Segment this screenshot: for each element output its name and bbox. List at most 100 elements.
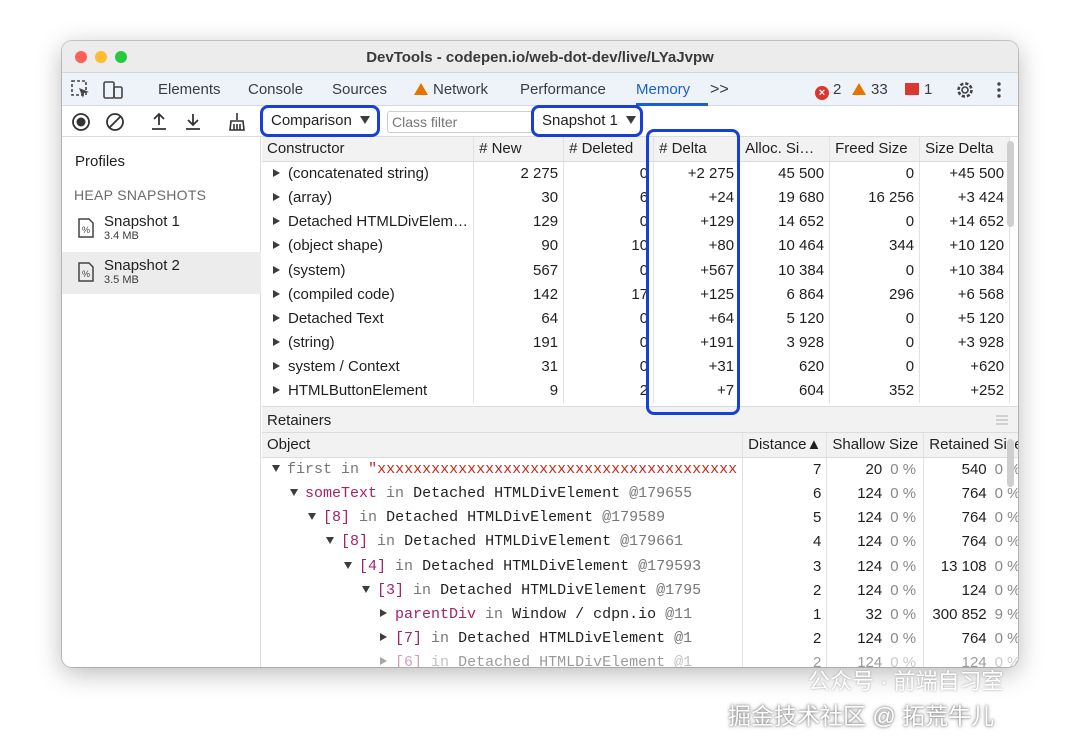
collapse-arrow-icon[interactable]	[362, 585, 370, 593]
table-row[interactable]: [4] in Detached HTMLDivElement @179593 3 1…	[262, 553, 1018, 579]
table-row[interactable]: Detached Text 64 0 +64 5 120 0 +5 120	[262, 306, 1011, 331]
class-filter-input[interactable]	[387, 111, 533, 133]
table-row[interactable]: parentDiv in Window / cdpn.io @11 1 32 0 % 3…	[262, 602, 1018, 627]
expand-arrow-icon[interactable]	[273, 192, 280, 201]
table-row[interactable]: [8] in Detached HTMLDivElement @179589 5 1…	[262, 505, 1018, 530]
issues-count-badge[interactable]: 1	[905, 81, 932, 98]
profiles-sidebar: Profiles HEAP SNAPSHOTS % Snapshot 1 3.4…	[62, 137, 261, 667]
tab-performance[interactable]: Performance	[520, 81, 606, 98]
object-id: @179593	[638, 557, 702, 575]
collapse-arrow-icon[interactable]	[290, 488, 298, 496]
constructor-cell: (string)	[262, 330, 475, 355]
collapse-arrow-icon[interactable]	[308, 513, 316, 521]
snapshot-select-highlight	[531, 105, 643, 137]
table-row[interactable]: (compiled code) 142 17 +125 6 864 296 +6 568	[262, 282, 1011, 307]
column-header[interactable]: Alloc. Si…	[739, 137, 831, 162]
value-cell: 0	[829, 306, 921, 331]
snapshot-item-2[interactable]: % Snapshot 2 3.5 MB	[62, 252, 261, 294]
retainer-holder: Detached HTMLDivElement	[440, 581, 648, 599]
table-row[interactable]: (concatenated string) 2 275 0 +2 275 45 500 0…	[262, 161, 1011, 186]
constructor-name: Detached Text	[288, 309, 384, 327]
column-header[interactable]: Freed Size	[829, 137, 921, 162]
value-cell: +14 652	[919, 209, 1011, 234]
column-header[interactable]: Object	[262, 433, 744, 458]
column-header[interactable]: # Deleted	[563, 137, 655, 162]
tab-console[interactable]: Console	[248, 81, 303, 98]
expand-arrow-icon[interactable]	[273, 386, 280, 395]
constructor-cell: system / Context	[262, 354, 475, 379]
table-row[interactable]: someText in Detached HTMLDivElement @179…	[262, 481, 1018, 506]
column-header[interactable]: # New	[473, 137, 565, 162]
expand-arrow-icon[interactable]	[273, 313, 280, 322]
download-icon[interactable]	[181, 110, 205, 134]
value-cell: 10 464	[739, 233, 831, 258]
table-row[interactable]: (array) 30 6 +24 19 680 16 256 +3 424	[262, 185, 1011, 210]
table-row[interactable]: [7] in Detached HTMLDivElement @1 2 124 0 %…	[262, 626, 1018, 651]
table-row[interactable]: HTMLButtonElement 9 2 +7 604 352 +252	[262, 378, 1011, 404]
snapshot-name: Snapshot 2	[104, 257, 180, 274]
snapshot-item-1[interactable]: % Snapshot 1 3.4 MB	[62, 208, 261, 250]
expand-arrow-icon[interactable]	[273, 338, 280, 347]
constructor-name: (array)	[288, 188, 333, 206]
expand-arrow-icon[interactable]	[380, 657, 387, 666]
collapse-arrow-icon[interactable]	[272, 465, 280, 473]
table-row[interactable]: [3] in Detached HTMLDivElement @1795 2 124…	[262, 578, 1018, 603]
error-count-badge[interactable]: × 2	[815, 81, 841, 100]
column-header[interactable]: Distance▲	[742, 433, 828, 458]
collect-garbage-broom-icon[interactable]	[225, 110, 249, 134]
shallow-size: 124	[857, 557, 883, 575]
expand-arrow-icon[interactable]	[273, 265, 280, 274]
shallow-size-cell: 32 0 %	[826, 602, 925, 627]
settings-gear-icon[interactable]	[954, 79, 976, 101]
expand-arrow-icon[interactable]	[380, 633, 387, 642]
distance-cell: 2	[742, 578, 828, 603]
kebab-menu-icon[interactable]	[988, 79, 1010, 101]
record-icon[interactable]	[69, 110, 93, 134]
object-id: @179589	[602, 509, 666, 527]
value-cell: +6 568	[919, 282, 1011, 307]
retained-size-cell: 764 0 %	[923, 529, 1018, 554]
tab-elements[interactable]: Elements	[158, 81, 221, 98]
object-id: @1	[674, 654, 693, 667]
expand-arrow-icon[interactable]	[273, 241, 280, 250]
value-cell: +252	[919, 378, 1011, 404]
collapse-arrow-icon[interactable]	[344, 561, 352, 569]
constructor-cell: (object shape)	[262, 233, 475, 258]
column-header[interactable]: Retained Size	[923, 433, 1018, 458]
retainers-scrollbar[interactable]	[1007, 439, 1014, 487]
table-row[interactable]: first in "xxxxxxxxxxxxxxxxxxxxxxxxxxxxxx…	[262, 457, 1018, 482]
tab-memory[interactable]: Memory	[636, 81, 690, 98]
table-row[interactable]: (system) 567 0 +567 10 384 0 +10 384	[262, 257, 1011, 283]
expand-arrow-icon[interactable]	[273, 169, 280, 178]
table-row[interactable]: system / Context 31 0 +31 620 0 +620	[262, 354, 1011, 379]
more-tabs-button[interactable]: >>	[710, 81, 729, 99]
tab-network[interactable]: Network	[414, 81, 488, 98]
retainer-object-cell: first in "xxxxxxxxxxxxxxxxxxxxxxxxxxxxxx…	[262, 457, 744, 482]
device-toolbar-icon[interactable]	[102, 79, 124, 101]
expand-arrow-icon[interactable]	[273, 362, 280, 371]
distance-cell: 1	[742, 602, 828, 627]
drag-handle-icon[interactable]	[996, 415, 1008, 425]
expand-arrow-icon[interactable]	[380, 608, 387, 617]
expand-arrow-icon[interactable]	[273, 289, 280, 298]
value-cell: 296	[829, 282, 921, 307]
object-id: @1	[674, 630, 693, 648]
collapse-arrow-icon[interactable]	[326, 537, 334, 545]
table-row[interactable]: [8] in Detached HTMLDivElement @179661 4 1…	[262, 529, 1018, 554]
table-row[interactable]: (string) 191 0 +191 3 928 0 +3 928	[262, 330, 1011, 355]
clear-all-icon[interactable]	[103, 110, 127, 134]
tab-sources[interactable]: Sources	[332, 81, 387, 98]
inspect-element-icon[interactable]	[70, 79, 92, 101]
warning-count-badge[interactable]: 33	[852, 81, 888, 98]
upload-icon[interactable]	[147, 110, 171, 134]
expand-arrow-icon[interactable]	[273, 217, 280, 226]
table-row[interactable]: (object shape) 90 10 +80 10 464 344 +10 120	[262, 233, 1011, 258]
column-header[interactable]: Size Delta	[919, 137, 1011, 162]
comparison-scrollbar[interactable]	[1007, 141, 1014, 227]
value-cell: 64	[473, 306, 565, 331]
snapshot-name: Snapshot 1	[104, 213, 180, 230]
table-row[interactable]: Detached HTMLDivElem… 129 0 +129 14 652 0 +14 …	[262, 209, 1011, 234]
column-header[interactable]: Shallow Size	[826, 433, 925, 458]
column-header[interactable]: Constructor	[262, 137, 475, 162]
constructor-cell: (compiled code)	[262, 282, 475, 307]
